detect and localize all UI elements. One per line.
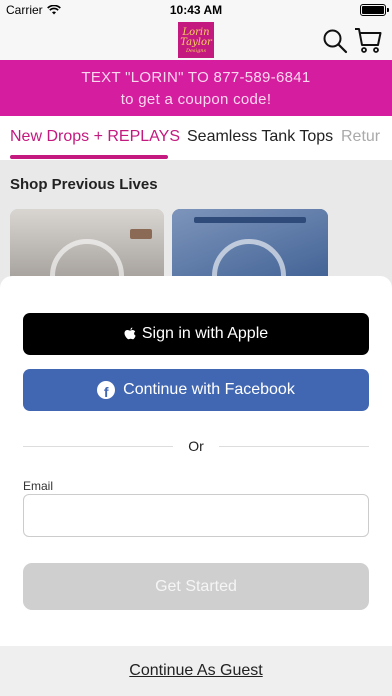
tab-seamless-tank-tops[interactable]: Seamless Tank Tops: [187, 128, 333, 146]
previous-lives-section: Shop Previous Lives: [0, 160, 392, 289]
apple-button-label: Sign in with Apple: [141, 325, 269, 342]
cart-icon[interactable]: [354, 26, 382, 54]
email-label: Email: [23, 479, 54, 493]
battery-icon: [360, 4, 389, 16]
tab-new-drops[interactable]: New Drops + REPLAYS: [10, 128, 180, 146]
status-time: 10:43 AM: [169, 3, 223, 17]
app-header: Lorin Taylor Designs: [0, 20, 392, 60]
brand-logo[interactable]: Lorin Taylor Designs: [178, 22, 214, 58]
promo-banner[interactable]: TEXT "LORIN" TO 877-589-6841 to get a co…: [0, 60, 392, 116]
active-tab-indicator: [10, 155, 168, 159]
get-started-button[interactable]: Get Started: [23, 563, 369, 610]
section-title: Shop Previous Lives: [10, 176, 158, 193]
status-bar: Carrier 10:43 AM: [0, 0, 392, 20]
email-field[interactable]: [23, 494, 369, 537]
facebook-icon: f: [97, 381, 116, 399]
search-icon[interactable]: [322, 28, 348, 54]
sign-in-sheet: Sign in with Apple f Continue with Faceb…: [0, 276, 392, 696]
facebook-button-label: Continue with Facebook: [123, 381, 295, 398]
apple-icon: [124, 327, 136, 340]
tab-returns[interactable]: Retur: [341, 128, 380, 146]
category-tabs: New Drops + REPLAYS Seamless Tank Tops R…: [0, 116, 392, 160]
continue-as-guest-link[interactable]: Continue As Guest: [129, 662, 262, 680]
divider-right: [219, 446, 369, 447]
promo-text-line2: to get a coupon code!: [120, 91, 272, 108]
sign-in-with-apple-button[interactable]: Sign in with Apple: [23, 313, 369, 355]
logo-text-taylor: Taylor: [180, 37, 212, 48]
logo-text-designs: Designs: [185, 48, 207, 54]
guest-bar: Continue As Guest: [0, 646, 392, 696]
continue-with-facebook-button[interactable]: f Continue with Facebook: [23, 369, 369, 411]
promo-text-line1: TEXT "LORIN" TO 877-589-6841: [81, 69, 311, 86]
